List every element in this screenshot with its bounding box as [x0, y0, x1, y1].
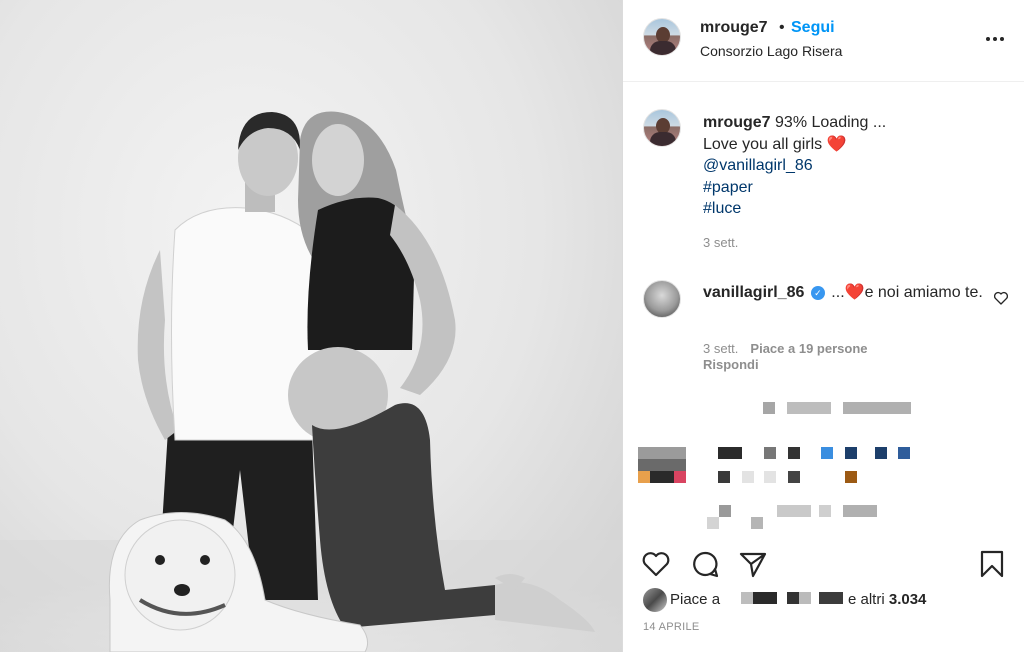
comment-text: vanillagirl_86 ✓ ...❤️e noi amiamo te. [703, 282, 988, 304]
post-date[interactable]: 14 APRILE [643, 621, 700, 633]
heart-outline-icon[interactable] [640, 548, 672, 580]
comment-heart-emoji: ❤️ [844, 284, 865, 301]
couple-photo-illustration [0, 111, 622, 652]
censored-comment-3 [707, 505, 897, 529]
censored-comment-2 [718, 447, 928, 483]
censored-avatar [638, 447, 686, 483]
post-actions-bar [623, 544, 1024, 584]
caption-time[interactable]: 3 sett. [703, 235, 738, 250]
likes-count[interactable]: 3.034 [889, 591, 927, 608]
reply-button[interactable]: Rispondi [703, 357, 759, 372]
commenter-avatar[interactable] [643, 280, 681, 318]
post-location[interactable]: Consorzio Lago Risera [700, 43, 842, 59]
comment-text-end: e noi amiamo te. [864, 284, 983, 301]
post-photo[interactable] [0, 0, 622, 652]
bookmark-icon[interactable] [976, 548, 1008, 580]
red-heart-emoji: ❤️ [826, 135, 847, 153]
post-detail-panel: mrouge7 • Segui Consorzio Lago Risera mr… [622, 0, 1024, 652]
commenter-username[interactable]: vanillagirl_86 [703, 284, 804, 301]
caption-hashtag-paper[interactable]: #paper [703, 177, 1003, 199]
caption-line-2: Love you all girls [703, 135, 823, 153]
author-username[interactable]: mrouge7 [700, 19, 768, 37]
censored-comment-1 [763, 402, 913, 416]
separator-dot: • [779, 19, 785, 36]
comment-text-start: ... [831, 284, 845, 301]
paper-plane-icon[interactable] [737, 548, 769, 580]
verified-badge-icon: ✓ [810, 286, 825, 300]
comment-time[interactable]: 3 sett. [703, 341, 738, 356]
censored-liker-names [741, 592, 845, 604]
caption-hashtag-luce[interactable]: #luce [703, 198, 1003, 220]
caption-mention-link[interactable]: @vanillagirl_86 [703, 155, 1003, 177]
likes-summary: Piace a e altri 3.034 [643, 586, 1013, 612]
likes-prefix: Piace a [670, 591, 721, 608]
comment-bubble-icon[interactable] [689, 548, 721, 580]
caption-line-1: 93% Loading ... [775, 114, 887, 131]
liker-avatar[interactable] [643, 588, 667, 612]
post-header: mrouge7 • Segui Consorzio Lago Risera [623, 0, 1024, 82]
caption-avatar[interactable] [643, 109, 681, 147]
caption-username[interactable]: mrouge7 [703, 114, 771, 131]
caption-text: mrouge7 93% Loading ... Love you all gir… [703, 112, 1003, 220]
author-avatar[interactable] [643, 18, 681, 56]
comment-likes-count[interactable]: Piace a 19 persone [750, 341, 867, 356]
more-dots-icon[interactable] [985, 29, 1005, 49]
small-heart-icon[interactable] [993, 290, 1009, 306]
comment-meta: 3 sett. Piace a 19 persone [703, 341, 868, 356]
likes-suffix: e altri 3.034 [848, 591, 927, 608]
follow-button[interactable]: Segui [791, 19, 835, 37]
